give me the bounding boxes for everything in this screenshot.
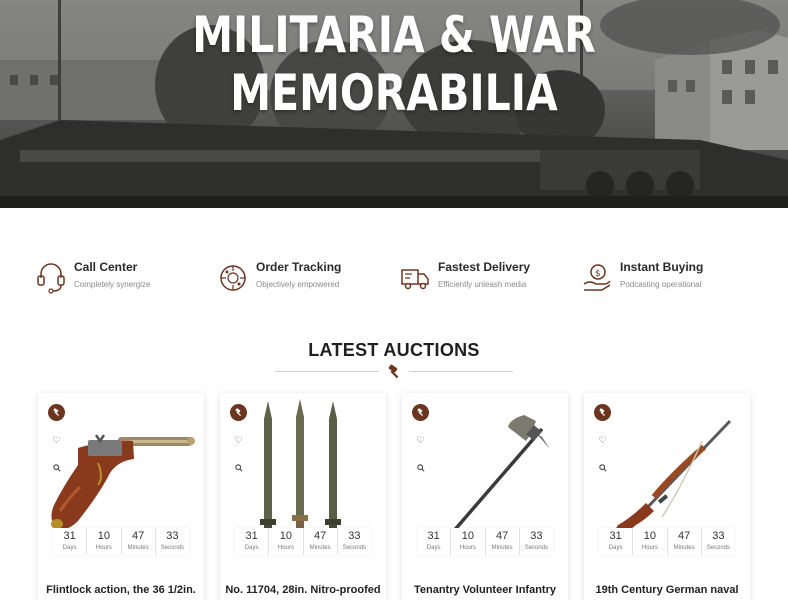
countdown-minutes: 47 Minutes <box>304 528 338 555</box>
auction-title[interactable]: Flintlock action, the 36 1/2in. <box>38 584 204 596</box>
feature-title: Call Center <box>74 260 138 274</box>
title-divider-left <box>275 371 379 372</box>
auction-title[interactable]: Tenantry Volunteer Infantry <box>402 584 568 596</box>
countdown-seconds: 33 Seconds <box>706 530 731 551</box>
countdown-hours: 10 Hours <box>633 528 668 555</box>
countdown-days: 31 Days <box>53 528 88 555</box>
countdown-hours: 10 Hours <box>87 528 122 555</box>
gavel-icon <box>417 408 423 417</box>
feature-subtitle: Objectively empowered <box>256 280 340 289</box>
countdown-hours: 10 Hours <box>451 528 486 555</box>
feature-fastest-delivery: Fastest Delivery Efficiently unleash med… <box>400 258 580 298</box>
delivery-truck-icon <box>401 269 429 290</box>
countdown-days: 31 Days <box>599 528 634 555</box>
feature-title: Instant Buying <box>620 260 704 274</box>
hero-title: MILITARIA & WAR MEMORABILIA <box>71 6 717 122</box>
auction-card[interactable]: ♡ 31 Days 10 Hours 47 Minutes 33 Seconds Ten… <box>402 393 568 600</box>
hero-title-line2: MEMORABILIA <box>230 64 558 122</box>
wishlist-heart-icon[interactable]: ♡ <box>48 432 65 449</box>
countdown-timer: 31 Days 10 Hours 47 Minutes 33 Seconds <box>417 528 553 555</box>
wishlist-heart-icon[interactable]: ♡ <box>594 432 611 449</box>
gavel-icon <box>53 408 59 417</box>
countdown-seconds: 33 Seconds <box>160 530 185 551</box>
countdown-hours: 10 Hours <box>269 528 304 555</box>
features-row: Call Center Completely synergize Order T… <box>36 258 764 298</box>
hero-title-line1: MILITARIA & WAR <box>192 6 596 64</box>
search-icon <box>416 463 425 472</box>
feature-subtitle: Podcasting operational <box>620 280 702 289</box>
auction-title[interactable]: 19th Century German naval <box>584 584 750 596</box>
countdown-timer: 31 Days 10 Hours 47 Minutes 33 Seconds <box>53 528 189 555</box>
wishlist-heart-icon[interactable]: ♡ <box>230 432 247 449</box>
search-icon <box>598 463 607 472</box>
gavel-badge[interactable] <box>412 404 429 421</box>
order-tracking-icon <box>220 265 246 291</box>
countdown-minutes: 47 Minutes <box>668 528 702 555</box>
countdown-timer: 31 Days 10 Hours 47 Minutes 33 Seconds <box>235 528 371 555</box>
gavel-badge[interactable] <box>48 404 65 421</box>
feature-title: Order Tracking <box>256 260 342 274</box>
countdown-seconds: 33 Seconds <box>524 530 549 551</box>
search-icon <box>234 463 243 472</box>
wishlist-heart-icon[interactable]: ♡ <box>412 432 429 449</box>
headset-icon <box>37 263 65 294</box>
instant-buying-icon: $ <box>583 264 611 291</box>
auction-title[interactable]: No. 11704, 28in. Nitro-proofed <box>220 584 386 596</box>
countdown-days: 31 Days <box>417 528 452 555</box>
auction-card[interactable]: ♡ 31 Days 10 Hours 47 Minutes 33 Seconds Fli… <box>38 393 204 600</box>
feature-title: Fastest Delivery <box>438 260 531 274</box>
title-divider-right <box>409 371 513 372</box>
countdown-seconds: 33 Seconds <box>342 530 367 551</box>
quick-view-search-icon[interactable] <box>412 459 429 476</box>
gavel-icon <box>599 408 605 417</box>
gavel-icon <box>388 364 399 379</box>
gavel-badge[interactable] <box>230 404 247 421</box>
quick-view-search-icon[interactable] <box>230 459 247 476</box>
search-icon <box>52 463 61 472</box>
svg-text:$: $ <box>595 269 601 279</box>
gavel-badge[interactable] <box>594 404 611 421</box>
feature-subtitle: Completely synergize <box>74 280 151 289</box>
countdown-minutes: 47 Minutes <box>122 528 156 555</box>
feature-subtitle: Efficiently unleash media <box>438 280 527 289</box>
countdown-days: 31 Days <box>235 528 270 555</box>
hero-banner: MILITARIA & WAR MEMORABILIA <box>0 0 788 208</box>
quick-view-search-icon[interactable] <box>594 459 611 476</box>
countdown-timer: 31 Days 10 Hours 47 Minutes 33 Seconds <box>599 528 735 555</box>
auction-card[interactable]: ♡ 31 Days 10 Hours 47 Minutes 33 Seconds 19t… <box>584 393 750 600</box>
feature-order-tracking: Order Tracking Objectively empowered <box>218 258 398 298</box>
auction-card[interactable]: ♡ 31 Days 10 Hours 47 Minutes 33 Seconds No.… <box>220 393 386 600</box>
feature-instant-buying: $ Instant Buying Podcasting operational <box>582 258 762 298</box>
gavel-icon <box>235 408 241 417</box>
countdown-minutes: 47 Minutes <box>486 528 520 555</box>
feature-call-center: Call Center Completely synergize <box>36 258 216 298</box>
quick-view-search-icon[interactable] <box>48 459 65 476</box>
section-title: LATEST AUCTIONS <box>308 340 480 360</box>
